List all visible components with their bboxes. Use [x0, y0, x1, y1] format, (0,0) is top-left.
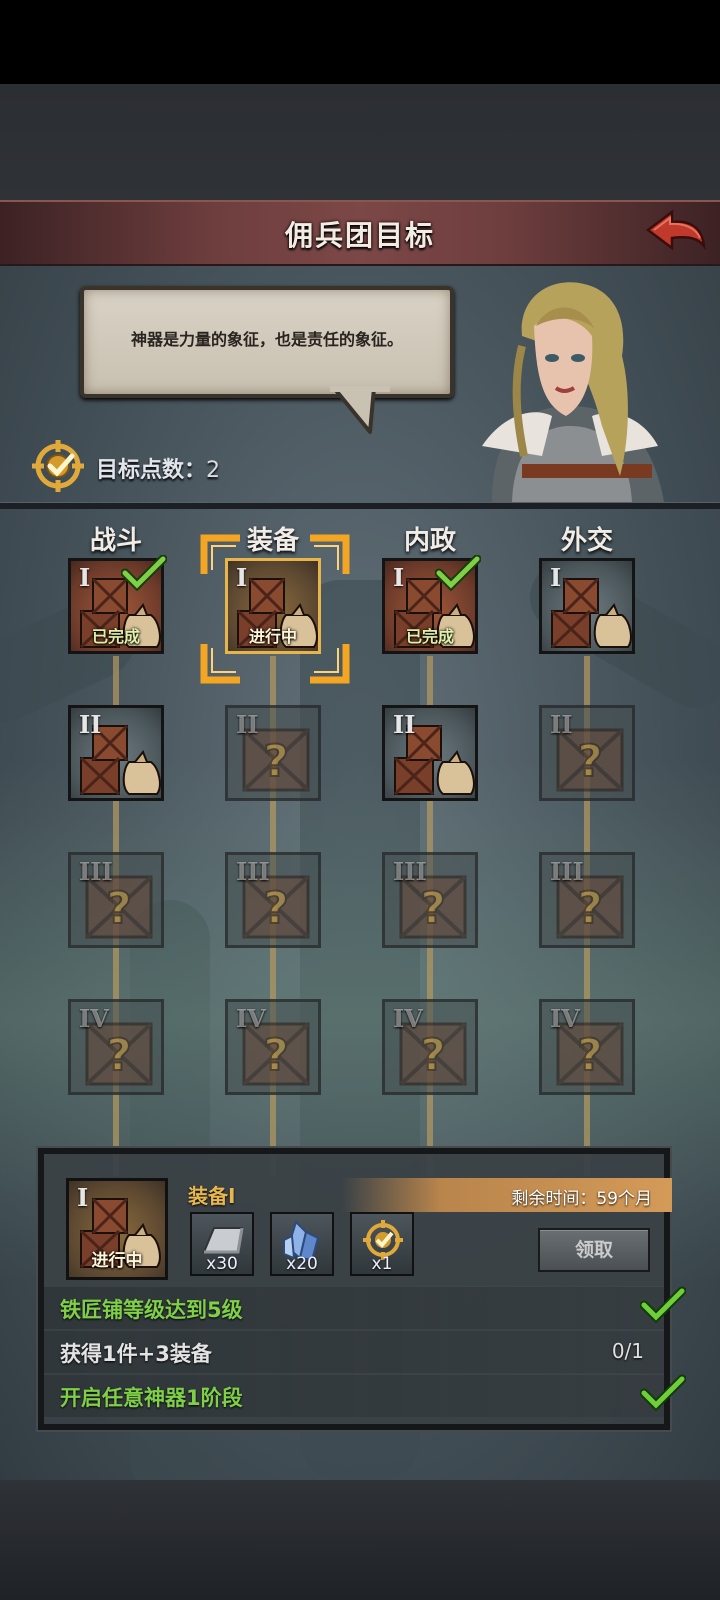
advisor-portrait — [482, 282, 664, 502]
requirement-row: 开启任意神器1阶段 — [44, 1374, 686, 1417]
goal-tile[interactable]: II — [68, 705, 164, 801]
tier-numeral: I — [79, 563, 91, 592]
goal-tile[interactable]: ? IV — [225, 999, 321, 1095]
goal-tile[interactable]: ? IV — [539, 999, 635, 1095]
tier-numeral: I — [236, 563, 248, 592]
tier-numeral: II — [79, 710, 102, 739]
checkmark-icon — [121, 555, 167, 591]
svg-text:?: ? — [106, 883, 132, 934]
tile-status: 进行中 — [248, 627, 297, 646]
column-header: 装备 — [246, 526, 299, 556]
goal-tile[interactable]: I 进行中 — [225, 558, 321, 654]
tier-numeral: III — [393, 857, 427, 886]
goal-tile[interactable]: ? III — [68, 852, 164, 948]
tier-numeral: IV — [393, 1004, 423, 1033]
dialogue-bubble: 神器是力量的象征，也是责任的象征。 — [80, 286, 454, 398]
title-bar: 佣兵团目标 — [0, 200, 720, 266]
dialogue-bubble-tail — [330, 386, 390, 434]
goal-tile[interactable]: ? II — [539, 705, 635, 801]
top-banner-area — [0, 84, 720, 200]
svg-text:?: ? — [106, 1030, 132, 1081]
tier-numeral: II — [236, 710, 259, 739]
tier-numeral: III — [550, 857, 584, 886]
goal-tile[interactable]: ? IV — [68, 999, 164, 1095]
dialogue-text: 神器是力量的象征，也是责任的象征。 — [130, 330, 403, 349]
tile-status: 已完成 — [91, 627, 140, 646]
claim-button[interactable]: 领取 — [538, 1228, 650, 1272]
reward-target-point[interactable]: x1 — [350, 1212, 414, 1276]
tile-status: 已完成 — [405, 627, 454, 646]
svg-text:?: ? — [577, 883, 603, 934]
reward-qty: x1 — [371, 1254, 393, 1274]
tier-numeral: II — [550, 710, 573, 739]
tier-numeral: I — [550, 563, 562, 592]
divider — [0, 502, 720, 509]
goal-name: 装备I — [188, 1184, 236, 1208]
selected-goal-tile: I 进行中 — [66, 1178, 168, 1280]
tier-numeral: IV — [79, 1004, 109, 1033]
reward-qty: x30 — [206, 1254, 238, 1274]
goal-tile[interactable]: I 已完成 — [382, 555, 481, 654]
requirement-text: 铁匠铺等级达到5级 — [60, 1298, 243, 1322]
target-points-label: 目标点数： — [96, 458, 207, 483]
svg-text:?: ? — [263, 1030, 289, 1081]
tier-numeral: IV — [550, 1004, 580, 1033]
reward-iron[interactable]: x30 — [190, 1212, 254, 1276]
tier-numeral: II — [393, 710, 416, 739]
requirement-text: 获得1件+3装备 — [60, 1342, 212, 1366]
svg-text:?: ? — [420, 1030, 446, 1081]
svg-text:?: ? — [263, 883, 289, 934]
tier-numeral: III — [79, 857, 113, 886]
back-arrow-icon[interactable] — [644, 206, 708, 256]
goal-tile[interactable]: ? III — [225, 852, 321, 948]
goal-tile[interactable]: ? III — [382, 852, 478, 948]
svg-text:?: ? — [263, 736, 289, 787]
requirement-row: 获得1件+3装备 0/1 — [44, 1330, 664, 1373]
time-remaining-text: 剩余时间：59个月 — [511, 1189, 652, 1209]
checkmark-icon — [435, 555, 481, 591]
target-point-icon — [32, 440, 84, 492]
goal-tile[interactable]: ? IV — [382, 999, 478, 1095]
time-remaining-bar: 剩余时间：59个月 — [342, 1178, 672, 1212]
page-title: 佣兵团目标 — [284, 219, 435, 252]
checkmark-icon — [640, 1286, 686, 1323]
goal-tile[interactable]: II — [382, 705, 478, 801]
svg-text:?: ? — [577, 736, 603, 787]
tier-numeral: IV — [236, 1004, 266, 1033]
bottom-area — [0, 1480, 720, 1600]
tier-numeral: I — [393, 563, 405, 592]
reward-qty: x20 — [286, 1254, 318, 1274]
target-points-value: 2 — [206, 458, 221, 483]
requirement-progress: 0/1 — [611, 1339, 644, 1363]
svg-text:?: ? — [577, 1030, 603, 1081]
column-header: 内政 — [403, 526, 456, 556]
goal-tile[interactable]: ? III — [539, 852, 635, 948]
status-area — [0, 0, 720, 84]
tier-numeral: III — [236, 857, 270, 886]
column-header: 外交 — [560, 526, 613, 556]
goal-detail-panel: I 进行中 装备I 剩余时间：59个月 x30 x20 x1 领取 铁匠铺等级达… — [38, 1148, 686, 1430]
selected-goal-status: 进行中 — [91, 1251, 143, 1271]
column-header: 战斗 — [89, 526, 142, 556]
svg-text:?: ? — [420, 883, 446, 934]
goal-tile[interactable]: ? II — [225, 705, 321, 801]
reward-crystal[interactable]: x20 — [270, 1212, 334, 1276]
goal-tile[interactable]: I — [539, 558, 635, 654]
goal-tile[interactable]: I 已完成 — [68, 555, 167, 654]
requirement-row: 铁匠铺等级达到5级 — [44, 1286, 686, 1329]
requirement-text: 开启任意神器1阶段 — [60, 1386, 243, 1410]
checkmark-icon — [640, 1374, 686, 1411]
